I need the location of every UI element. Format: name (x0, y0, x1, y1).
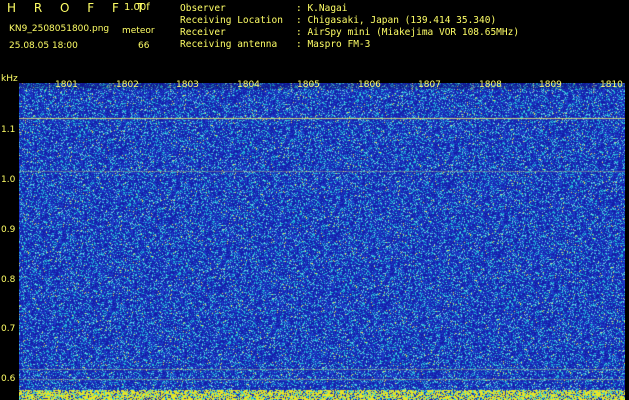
x-tick-label: 1808 (479, 80, 502, 90)
meteor-label: meteor (122, 26, 155, 36)
x-tick-label: 1809 (539, 80, 562, 90)
info-label-receiver: Receiver (180, 27, 226, 38)
info-label-observer: Observer (180, 3, 226, 14)
info-value-observer: : K.Nagai (296, 3, 348, 14)
version-label: 1.00f (124, 2, 150, 13)
y-tick-label: 1.0 (1, 175, 16, 185)
x-tick-label: 1810 (600, 80, 623, 90)
x-tick-label: 1807 (418, 80, 441, 90)
filename-label: KN9_2508051800.png (9, 24, 110, 34)
spectrogram-canvas (19, 83, 625, 400)
info-value-receiver: : AirSpy mini (Miakejima VOR 108.65MHz) (296, 27, 520, 38)
x-tick-label: 1801 (55, 80, 78, 90)
y-axis-unit: kHz (1, 74, 18, 84)
x-tick-label: 1806 (358, 80, 381, 90)
meteor-count: 66 (138, 41, 150, 51)
spectrogram-plot: 1801 1802 1803 1804 1805 1806 1807 1808 … (19, 80, 625, 400)
x-tick-label: 1803 (176, 80, 199, 90)
info-value-antenna: : Maspro FM-3 (296, 39, 371, 50)
x-tick-label: 1802 (116, 80, 139, 90)
y-tick-label: 0.7 (1, 324, 16, 334)
info-value-location: : Chigasaki, Japan (139.414 35.340) (296, 15, 497, 26)
x-tick-label: 1804 (237, 80, 260, 90)
y-tick-label: 0.8 (1, 275, 16, 285)
info-label-antenna: Receiving antenna (180, 39, 278, 50)
hrofft-window: H R O F F T 1.00f KN9_2508051800.png 25.… (0, 0, 629, 400)
x-tick-label: 1805 (297, 80, 320, 90)
datetime-label: 25.08.05 18:00 (9, 41, 78, 51)
y-tick-label: 1.1 (1, 125, 16, 135)
y-tick-label: 0.9 (1, 225, 16, 235)
y-tick-label: 0.6 (1, 374, 16, 384)
info-label-location: Receiving Location (180, 15, 283, 26)
